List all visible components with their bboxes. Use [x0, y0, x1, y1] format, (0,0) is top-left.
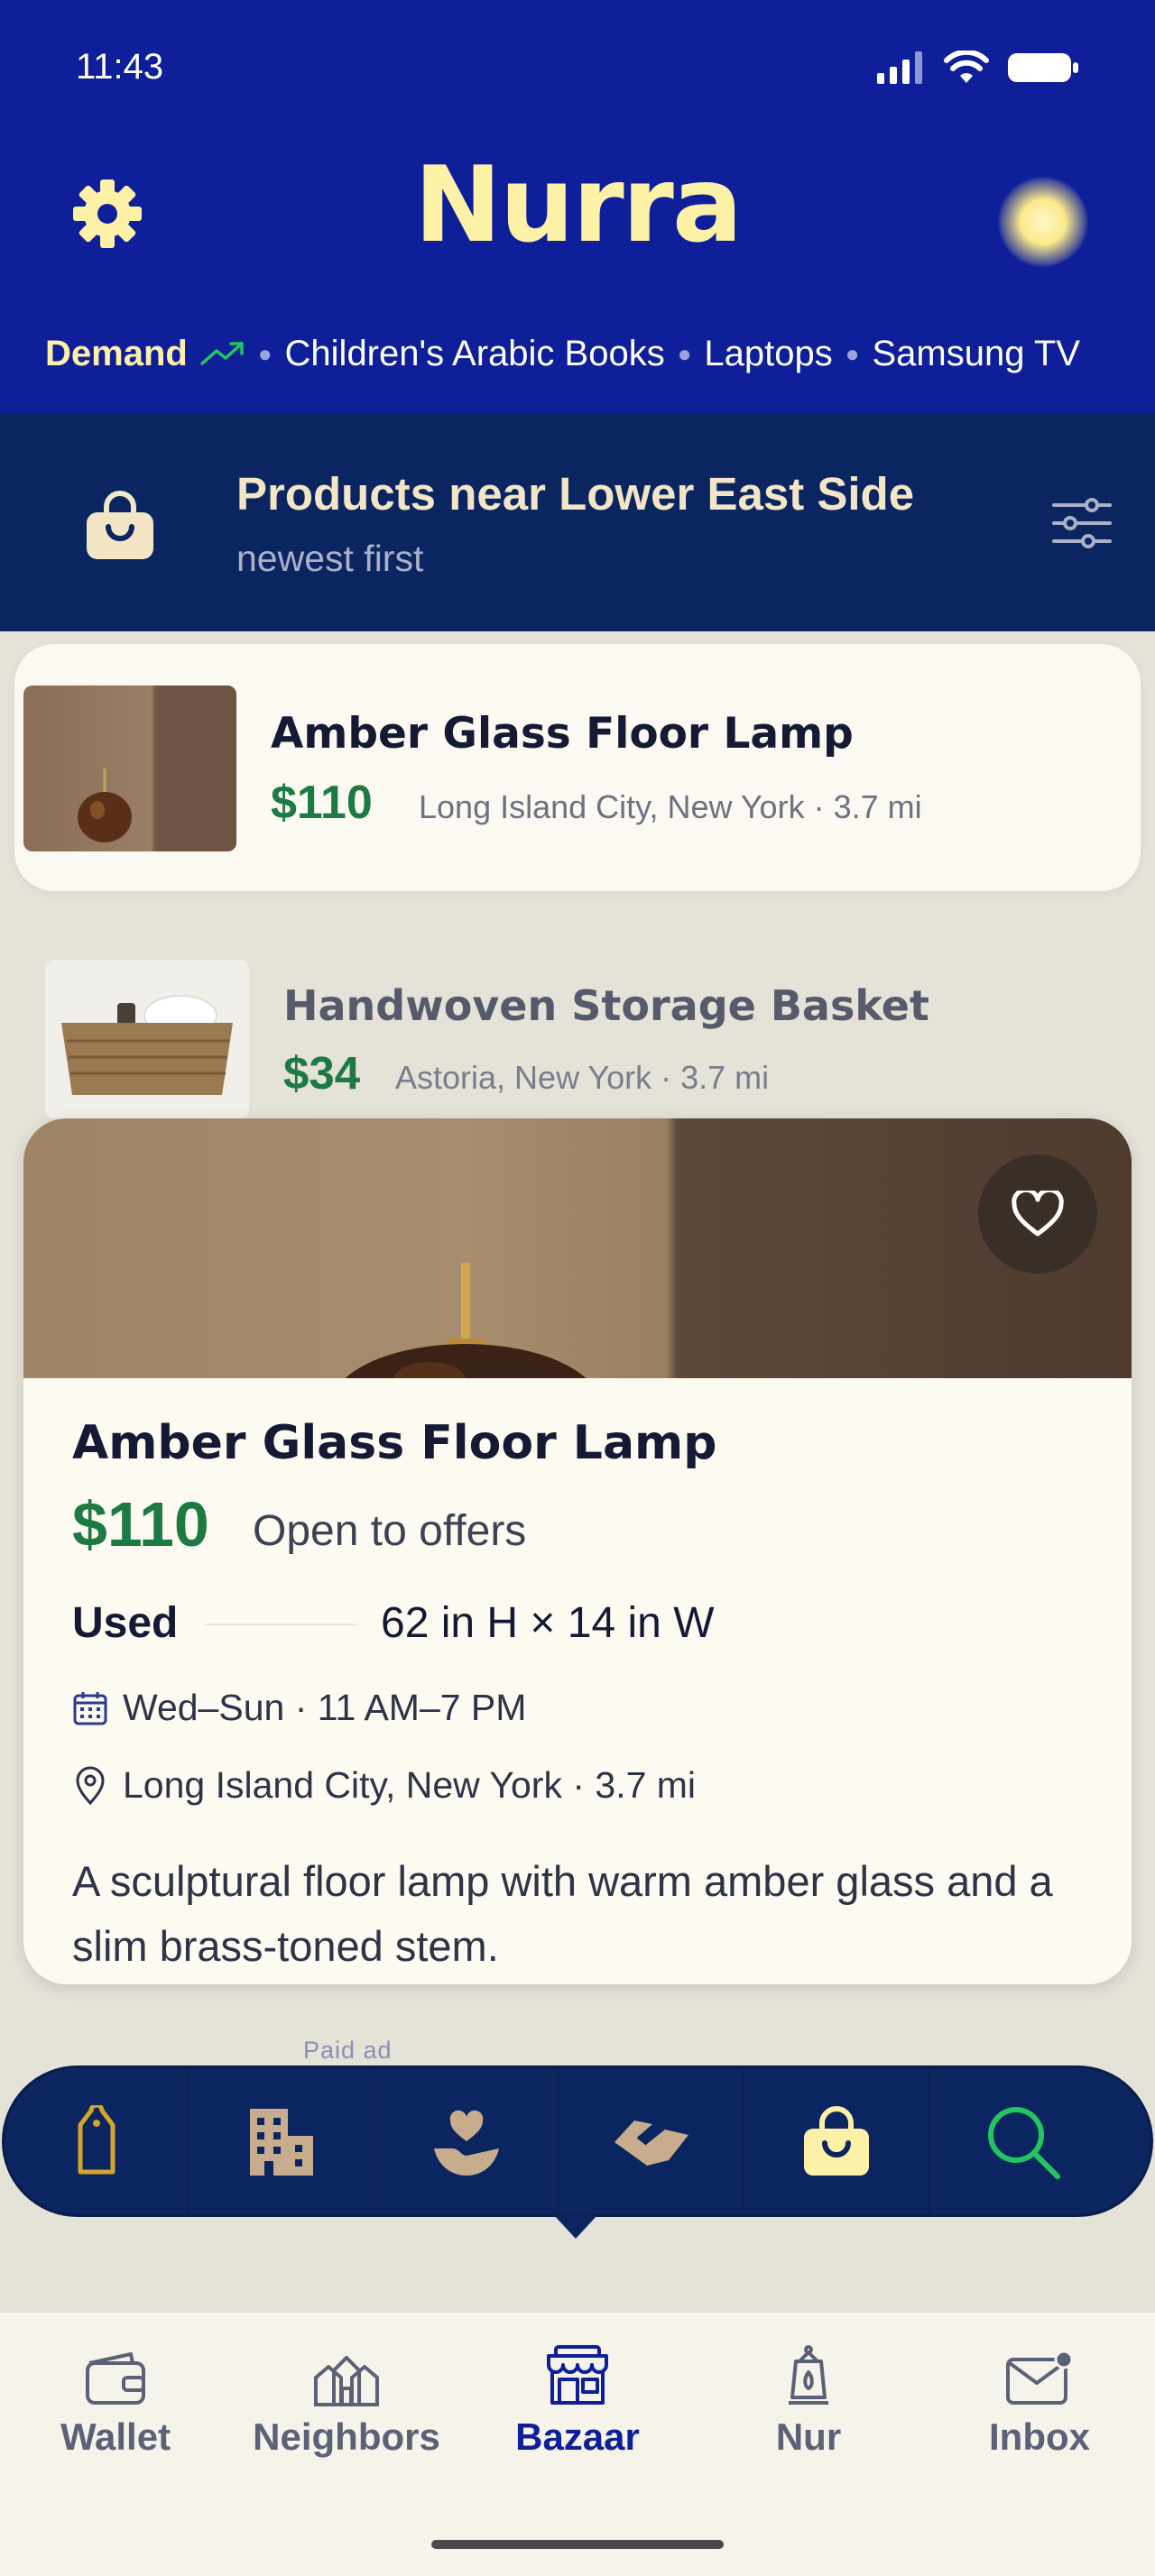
home-indicator[interactable]: [431, 2540, 724, 2549]
demand-item[interactable]: Laptops: [704, 334, 832, 374]
product-description: A sculptural floor lamp with warm amber …: [72, 1857, 1053, 1970]
listing-sort[interactable]: newest first: [236, 538, 423, 580]
search-button[interactable]: [929, 2068, 1114, 2214]
sliders-icon: [1052, 498, 1112, 548]
give-button[interactable]: [374, 2068, 559, 2214]
detail-title: Amber Glass Floor Lamp: [72, 1416, 717, 1470]
offers-status: Open to offers: [253, 1507, 527, 1555]
quick-bar-pointer: [554, 2215, 597, 2239]
product-title: Amber Glass Floor Lamp: [271, 709, 854, 759]
listing-title: Products near Lower East Side: [236, 468, 915, 520]
pickup-hours-text: Wed–Sun · 11 AM–7 PM: [123, 1687, 527, 1728]
app-logo: Nurra: [413, 144, 743, 266]
tab-bazaar[interactable]: Bazaar: [462, 2336, 693, 2459]
heart-icon: [1012, 1191, 1064, 1237]
store-icon: [547, 2345, 608, 2405]
shopping-bag-icon: [803, 2106, 869, 2176]
shop-button[interactable]: [744, 2068, 929, 2214]
condition-label: Used: [72, 1599, 179, 1647]
building-icon: [249, 2109, 313, 2176]
demand-label: Demand: [45, 333, 188, 373]
tab-label: Inbox: [989, 2415, 1090, 2458]
tab-label: Nur: [775, 2415, 842, 2458]
battery-icon: [1008, 53, 1078, 82]
separator-dot: ●: [257, 339, 273, 367]
product-detail-card[interactable]: Amber Glass Floor Lamp $110 Open to offe…: [23, 1118, 1132, 1984]
status-time: 11:43: [76, 47, 164, 87]
demand-item[interactable]: Children's Arabic Books: [285, 334, 665, 374]
tab-label: Wallet: [60, 2415, 171, 2458]
status-icons: [877, 51, 1079, 85]
dimensions-label: 62 in H × 14 in W: [381, 1599, 715, 1647]
mail-icon: [1006, 2351, 1074, 2405]
sell-button[interactable]: [5, 2068, 189, 2214]
paid-ad-label: Paid ad: [303, 2037, 393, 2064]
product-location: Long Island City, New York · 3.7 mi: [419, 788, 922, 825]
neighbors-icon: [314, 2356, 379, 2406]
divider: [204, 1624, 357, 1625]
demand-ticker: Demand ● Children's Arabic Books ● Lapto…: [45, 328, 1128, 379]
sun-icon[interactable]: [998, 177, 1088, 267]
pickup-location-text: Long Island City, New York · 3.7 mi: [123, 1764, 697, 1806]
tab-nur[interactable]: Nur: [693, 2336, 924, 2459]
separator-dot: ●: [845, 339, 860, 367]
tab-inbox[interactable]: Inbox: [924, 2336, 1155, 2459]
product-price: $110: [271, 777, 373, 829]
product-title[interactable]: Handwoven Storage Basket: [283, 981, 929, 1030]
product-thumbnail[interactable]: [45, 960, 249, 1118]
tab-wallet[interactable]: Wallet: [0, 2336, 231, 2459]
detail-price: $110: [72, 1489, 209, 1559]
tab-label: Neighbors: [253, 2415, 440, 2458]
quick-action-bar: [2, 2065, 1153, 2217]
heart-hand-icon: [433, 2110, 499, 2176]
signal-icon: [877, 51, 922, 84]
separator-dot: ●: [677, 339, 692, 367]
favorite-button[interactable]: [978, 1155, 1097, 1274]
demand-item[interactable]: Samsung TV: [872, 334, 1080, 374]
search-icon: [987, 2107, 1060, 2179]
trade-button[interactable]: [559, 2068, 744, 2214]
wifi-icon: [944, 51, 989, 83]
trending-up-icon: [200, 342, 244, 365]
product-photo: [23, 1118, 1132, 1470]
handshake-icon: [614, 2121, 688, 2166]
filter-button[interactable]: [1050, 494, 1113, 552]
calendar-icon: [73, 1691, 107, 1725]
lantern-icon: [789, 2345, 828, 2405]
pickup-hours: Wed–Sun · 11 AM–7 PM: [72, 1687, 526, 1729]
product-card[interactable]: Amber Glass Floor Lamp $110 Long Island …: [14, 644, 1141, 891]
product-thumbnail: [23, 685, 236, 851]
location-pin-icon: [76, 1766, 105, 1805]
pickup-location: Long Island City, New York · 3.7 mi: [72, 1764, 696, 1807]
tab-neighbors[interactable]: Neighbors: [231, 2336, 462, 2459]
tag-icon: [78, 2105, 115, 2175]
product-price: $34: [283, 1047, 361, 1099]
listing-header: [0, 413, 1155, 631]
tab-label: Bazaar: [515, 2415, 640, 2458]
product-location: Astoria, New York · 3.7 mi: [395, 1059, 770, 1096]
shopping-bag-icon: [85, 491, 155, 561]
wallet-icon: [86, 2352, 145, 2405]
businesses-button[interactable]: [189, 2068, 374, 2214]
